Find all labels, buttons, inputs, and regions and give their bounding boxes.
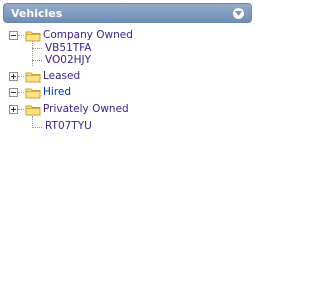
tree-item-vehicle[interactable]: RT07TYU: [45, 120, 92, 133]
tree-item-label: RT07TYU: [45, 120, 92, 132]
folder-icon: [25, 105, 41, 115]
expand-toggle-icon[interactable]: [9, 88, 18, 97]
tree-group-leased[interactable]: Leased: [25, 70, 80, 83]
tree-group-label: Privately Owned: [43, 103, 129, 115]
tree-group-label: Leased: [43, 70, 81, 82]
expand-toggle-icon[interactable]: [9, 105, 18, 114]
vehicle-tree: Company Owned VB51TFA VO02HJY Leased Hir…: [0, 0, 256, 299]
tree-connector: [18, 109, 24, 110]
tree-item-vehicle[interactable]: VO02HJY: [45, 54, 91, 67]
folder-icon: [25, 72, 41, 82]
expand-toggle-icon[interactable]: [9, 72, 18, 81]
folder-icon: [25, 88, 41, 98]
tree-connector: [32, 41, 33, 66]
folder-icon: [25, 31, 41, 41]
expand-toggle-icon[interactable]: [9, 31, 18, 40]
tree-group-hired[interactable]: Hired: [25, 86, 71, 99]
tree-group-company-owned[interactable]: Company Owned: [25, 29, 133, 42]
tree-connector: [32, 48, 42, 49]
tree-group-privately-owned[interactable]: Privately Owned: [25, 103, 129, 116]
tree-group-label: Company Owned: [43, 29, 133, 41]
tree-connector: [18, 76, 24, 77]
tree-connector: [18, 92, 24, 93]
tree-connector: [32, 60, 42, 61]
tree-connector: [32, 127, 42, 128]
tree-connector: [18, 35, 24, 36]
tree-item-label: VO02HJY: [45, 54, 92, 66]
tree-group-label: Hired: [43, 86, 72, 98]
